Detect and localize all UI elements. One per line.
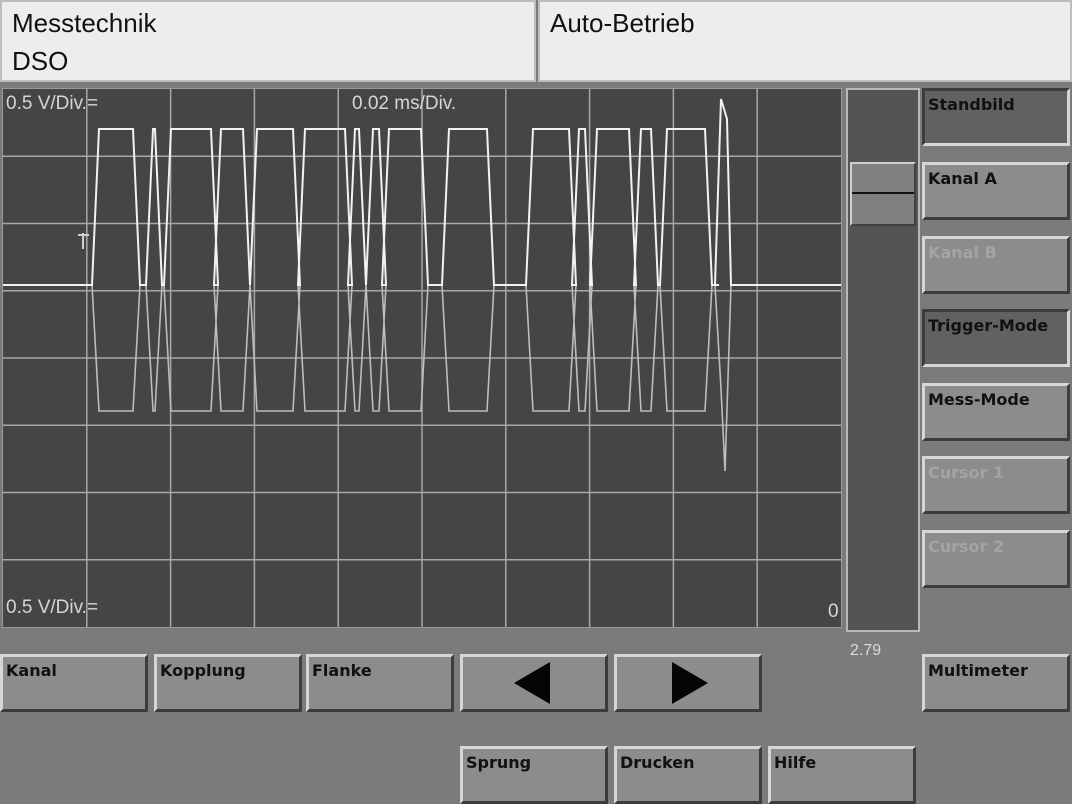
slider-value-readout: 2.79 bbox=[850, 642, 882, 659]
oscilloscope-screen: 0.5 V/Div.= 0.02 ms/Div. 0.5 V/Div.= 0 bbox=[2, 88, 842, 628]
kanal-b-button-label: Kanal B bbox=[928, 243, 997, 262]
right-arrow-icon bbox=[672, 662, 708, 704]
channel-a-scale-label: 0.5 V/Div.= bbox=[6, 93, 99, 114]
multimeter-button[interactable]: Multimeter bbox=[922, 654, 1070, 712]
kanal-button[interactable]: Kanal bbox=[0, 654, 148, 712]
kanal-a-button[interactable]: Kanal A bbox=[922, 162, 1070, 220]
standbild-button-label: Standbild bbox=[928, 95, 1015, 114]
zero-marker-label: 0 bbox=[828, 601, 839, 622]
multimeter-button-label: Multimeter bbox=[928, 661, 1028, 680]
cursor-1-button[interactable]: Cursor 1 bbox=[922, 456, 1070, 514]
trigger-mode-button[interactable]: Trigger-Mode bbox=[922, 309, 1070, 367]
timebase-label: 0.02 ms/Div. bbox=[352, 93, 457, 114]
level-slider-thumb[interactable] bbox=[850, 162, 916, 226]
operating-mode-status: Auto-Betrieb bbox=[550, 8, 695, 38]
sprung-button[interactable]: Sprung bbox=[460, 746, 608, 804]
kanal-b-button[interactable]: Kanal B bbox=[922, 236, 1070, 294]
kopplung-button[interactable]: Kopplung bbox=[154, 654, 302, 712]
cursor-1-button-label: Cursor 1 bbox=[928, 463, 1005, 482]
flanke-button[interactable]: Flanke bbox=[306, 654, 454, 712]
kanal-a-button-label: Kanal A bbox=[928, 169, 997, 188]
next-button[interactable] bbox=[614, 654, 762, 712]
left-arrow-icon bbox=[514, 662, 550, 704]
app-title: Messtechnik bbox=[12, 8, 157, 38]
drucken-button[interactable]: Drucken bbox=[614, 746, 762, 804]
mess-mode-button[interactable]: Mess-Mode bbox=[922, 383, 1070, 441]
hilfe-button[interactable]: Hilfe bbox=[768, 746, 916, 804]
previous-button[interactable] bbox=[460, 654, 608, 712]
flanke-button-label: Flanke bbox=[312, 661, 372, 680]
drucken-button-label: Drucken bbox=[620, 753, 695, 772]
sprung-button-label: Sprung bbox=[466, 753, 532, 772]
cursor-2-button-label: Cursor 2 bbox=[928, 537, 1005, 556]
standbild-button[interactable]: Standbild bbox=[922, 88, 1070, 146]
mode-title: DSO bbox=[12, 46, 69, 76]
channel-b-scale-label: 0.5 V/Div.= bbox=[6, 597, 99, 618]
mess-mode-button-label: Mess-Mode bbox=[928, 390, 1030, 409]
oscilloscope-traces bbox=[3, 89, 841, 627]
header-left-panel: Messtechnik DSO bbox=[0, 0, 536, 82]
kopplung-button-label: Kopplung bbox=[160, 661, 246, 680]
cursor-2-button[interactable]: Cursor 2 bbox=[922, 530, 1070, 588]
trigger-mode-button-label: Trigger-Mode bbox=[928, 316, 1049, 335]
kanal-button-label: Kanal bbox=[6, 661, 57, 680]
slider-thumb-line bbox=[852, 192, 914, 194]
hilfe-button-label: Hilfe bbox=[774, 753, 817, 772]
header-right-panel: Auto-Betrieb bbox=[538, 0, 1072, 82]
